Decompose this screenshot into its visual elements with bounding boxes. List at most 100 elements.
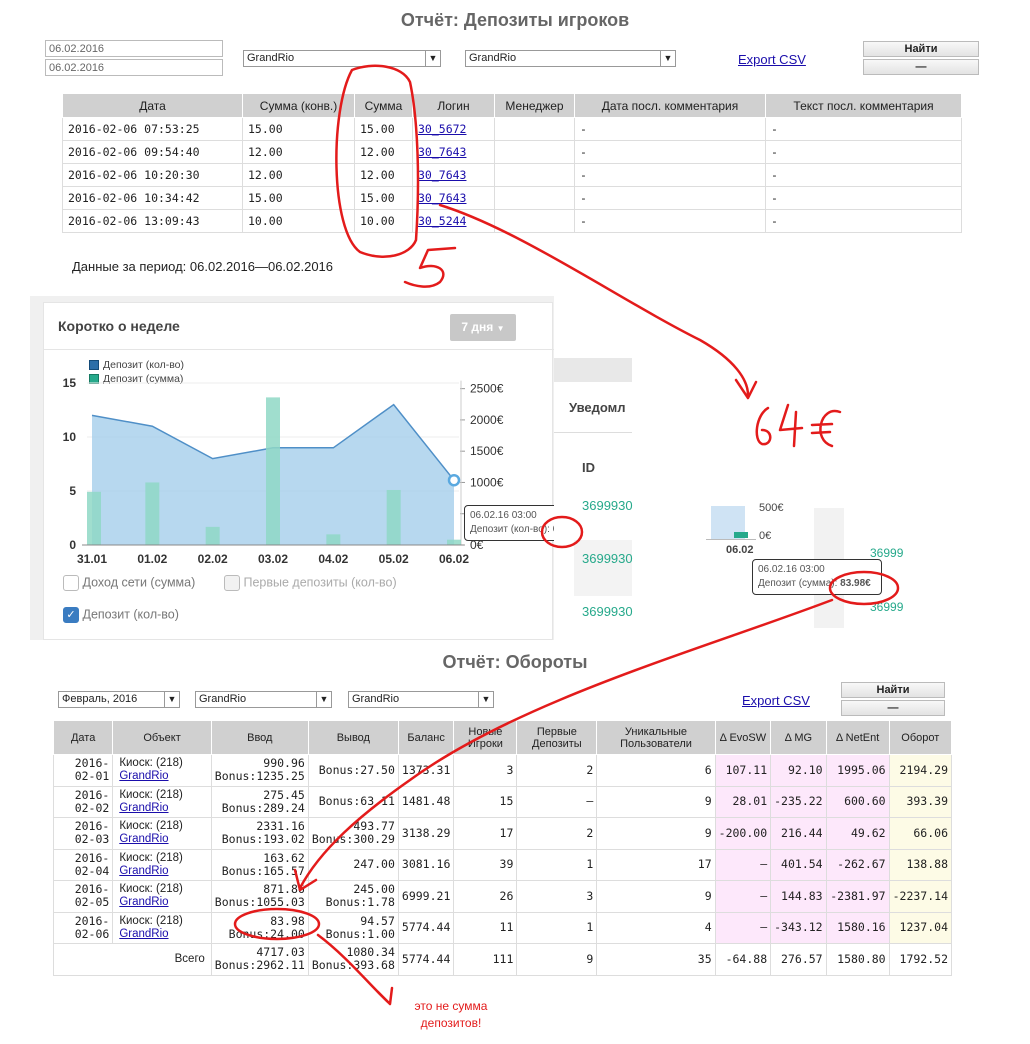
cell-object: Киоск: (218) GrandRio bbox=[112, 785, 212, 818]
mini-id[interactable]: 36999 bbox=[870, 600, 903, 614]
table-row: 2016- 02-04 Киоск: (218) GrandRio 163.62 Bonu… bbox=[52, 848, 953, 881]
netent-value: -262.67 bbox=[837, 857, 886, 872]
col-unique-users[interactable]: Уникальные Пользователи bbox=[596, 720, 716, 755]
export-csv-link-2[interactable]: Export CSV bbox=[742, 693, 810, 708]
cell-first-deposits: — bbox=[516, 785, 598, 818]
login-link[interactable]: 30_7643 bbox=[418, 168, 466, 182]
login-link[interactable]: 30_7643 bbox=[418, 145, 466, 159]
cell-unique-users: 35 bbox=[596, 943, 716, 976]
col-in[interactable]: Ввод bbox=[210, 720, 309, 755]
notification-id[interactable]: 3699930 bbox=[582, 604, 633, 619]
notification-id[interactable]: 3699930 bbox=[582, 498, 633, 513]
balance-value: 3138.29 bbox=[401, 825, 451, 840]
cell-manager bbox=[494, 117, 575, 141]
balance-value: 3081.16 bbox=[401, 857, 451, 872]
col-comment-text[interactable]: Текст посл. комментария bbox=[765, 93, 962, 118]
object-link[interactable]: GrandRio bbox=[119, 928, 168, 940]
date-from-input[interactable] bbox=[45, 40, 223, 57]
checkbox-deposit-count[interactable]: ✓ Депозит (кол-во) bbox=[63, 607, 179, 623]
date-to-input[interactable] bbox=[45, 59, 223, 76]
out-value: Bonus:27.50 bbox=[318, 762, 395, 777]
col-comment-date[interactable]: Дата посл. комментария bbox=[574, 93, 766, 118]
notification-id[interactable]: 3699930 bbox=[582, 551, 633, 566]
in-value: 163.62 bbox=[263, 850, 305, 865]
col-balance[interactable]: Баланс bbox=[397, 720, 455, 755]
range-dropdown[interactable]: 7 дня ▼ bbox=[450, 314, 516, 341]
y-left-tick-label: 5 bbox=[69, 484, 76, 498]
cell-new-players: 39 bbox=[453, 848, 518, 881]
object-link[interactable]: GrandRio bbox=[119, 833, 168, 845]
object-link[interactable]: GrandRio bbox=[119, 802, 168, 814]
cell-conv: 15.00 bbox=[242, 186, 355, 210]
x-tick-label: 06.02 bbox=[439, 552, 469, 566]
in-value: 990.96 bbox=[263, 756, 305, 771]
login-link[interactable]: 30_5672 bbox=[418, 122, 466, 136]
checkbox-network-income[interactable]: Доход сети (сумма) bbox=[63, 575, 195, 591]
mini-bar bbox=[734, 532, 748, 538]
new-players-value: 3 bbox=[506, 762, 514, 777]
unique-users-value: 9 bbox=[704, 888, 712, 903]
object-link[interactable]: GrandRio bbox=[119, 896, 168, 908]
in-bonus: Bonus:1235.25 bbox=[214, 769, 305, 784]
col-turnover[interactable]: Оборот bbox=[888, 720, 953, 755]
find-button[interactable]: Найти bbox=[863, 41, 979, 57]
col-object[interactable]: Объект bbox=[112, 720, 212, 755]
col-date[interactable]: Дата bbox=[62, 93, 243, 118]
divider bbox=[44, 349, 554, 350]
object-label: Киоск: (218) bbox=[119, 820, 183, 833]
chevron-down-icon: ▼ bbox=[478, 692, 493, 707]
chart-tooltip: 06.02.16 03:00 Депозит (кол-во): 6 bbox=[464, 505, 568, 541]
col-sum-conv[interactable]: Сумма (конв.) bbox=[242, 93, 355, 118]
login-link[interactable]: 30_7643 bbox=[418, 191, 466, 205]
cell-netent: 600.60 bbox=[825, 785, 890, 818]
total-row: Всего 4717.03 Bonus:2962.11 1080.34 Bonus:39… bbox=[53, 943, 953, 976]
cell-date: 2016- 02-03 bbox=[52, 817, 114, 850]
object-link[interactable]: GrandRio bbox=[119, 770, 168, 782]
col-manager[interactable]: Менеджер bbox=[494, 93, 575, 118]
x-tick-label: 03.02 bbox=[258, 552, 288, 566]
casino-select-4[interactable]: GrandRio ▼ bbox=[348, 691, 494, 708]
cell-sum: 10.00 bbox=[354, 209, 413, 233]
month-select[interactable]: Февраль, 2016 ▼ bbox=[58, 691, 180, 708]
col-first-deposits[interactable]: Первые Депозиты bbox=[516, 720, 598, 755]
col-mg[interactable]: Δ MG bbox=[770, 720, 827, 755]
cell-evosw: — bbox=[714, 880, 772, 913]
mini-tooltip-label: Депозит (сумма): bbox=[758, 578, 841, 589]
checkbox-box[interactable] bbox=[63, 575, 79, 591]
cell-balance: 6999.21 bbox=[397, 880, 455, 913]
export-csv-link[interactable]: Export CSV bbox=[738, 52, 806, 67]
x-tick-label: 05.02 bbox=[379, 552, 409, 566]
report1-title: Отчёт: Депозиты игроков bbox=[400, 10, 630, 30]
col-new-players[interactable]: Новые Игроки bbox=[453, 720, 518, 755]
casino-select-2-value: GrandRio bbox=[469, 52, 517, 64]
chevron-down-icon: ▼ bbox=[316, 692, 331, 707]
netent-value: 1580.80 bbox=[837, 951, 886, 966]
col-login[interactable]: Логин bbox=[412, 93, 495, 118]
mini-id[interactable]: 36999 bbox=[870, 546, 903, 560]
new-players-value: 15 bbox=[499, 794, 514, 809]
col-netent[interactable]: Δ NetEnt bbox=[825, 720, 890, 755]
col-out[interactable]: Вывод bbox=[307, 720, 399, 755]
col-evosw[interactable]: Δ EvoSW bbox=[714, 720, 772, 755]
checkbox-first-deposits[interactable]: Первые депозиты (кол-во) bbox=[224, 575, 397, 591]
casino-select-1[interactable]: GrandRio ▼ bbox=[243, 50, 441, 67]
find-button-2[interactable]: Найти bbox=[841, 682, 945, 698]
col-sum[interactable]: Сумма bbox=[354, 93, 413, 118]
casino-select-2[interactable]: GrandRio ▼ bbox=[465, 50, 676, 67]
login-link[interactable]: 30_5244 bbox=[418, 214, 466, 228]
mini-tooltip-date: 06.02.16 03:00 bbox=[758, 564, 825, 575]
in-value: 83.98 bbox=[270, 913, 305, 928]
check-icon[interactable]: ✓ bbox=[63, 607, 79, 623]
cell-balance: 3138.29 bbox=[397, 817, 455, 850]
annotation-note: это не сумма депозитов! bbox=[414, 999, 488, 1030]
cell-out: 245.00 Bonus:1.78 bbox=[307, 880, 399, 913]
cell-first-deposits: 9 bbox=[516, 943, 598, 976]
widget-title: Коротко о неделе bbox=[58, 318, 180, 334]
checkbox-box[interactable] bbox=[224, 575, 240, 591]
reset-button-2[interactable]: — bbox=[841, 700, 945, 716]
object-link[interactable]: GrandRio bbox=[119, 865, 168, 877]
casino-select-3[interactable]: GrandRio ▼ bbox=[195, 691, 332, 708]
col-date[interactable]: Дата bbox=[52, 720, 114, 755]
cell-date: 2016- 02-06 bbox=[52, 911, 114, 944]
reset-button[interactable]: — bbox=[863, 59, 979, 75]
